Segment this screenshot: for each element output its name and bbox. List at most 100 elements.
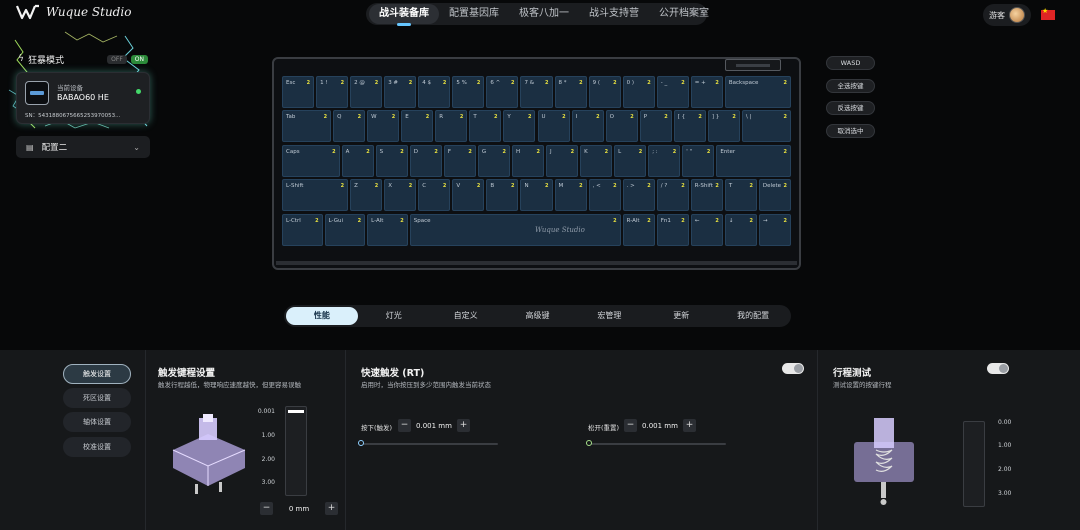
- key[interactable]: T2: [724, 179, 757, 212]
- key[interactable]: - _ 2: [656, 76, 689, 108]
- key[interactable]: V2: [452, 179, 485, 212]
- decrease-button[interactable]: −: [398, 419, 411, 432]
- key[interactable]: Y2: [503, 110, 536, 143]
- key[interactable]: . > 2: [622, 179, 655, 212]
- increase-button[interactable]: +: [457, 419, 470, 432]
- frenzy-mode-on[interactable]: ON: [130, 54, 148, 64]
- config-select[interactable]: ▤ 配置二 ⌄: [16, 136, 150, 158]
- key[interactable]: E2: [401, 110, 434, 143]
- subnav-calibration[interactable]: 校准设置: [63, 437, 131, 457]
- key[interactable]: P2: [639, 110, 672, 143]
- key[interactable]: Z2: [350, 179, 383, 212]
- key[interactable]: 4 $ 2: [418, 76, 451, 108]
- release-slider[interactable]: [588, 443, 726, 445]
- key[interactable]: Enter 2: [716, 144, 791, 177]
- tab-support[interactable]: 战斗支持营: [579, 4, 649, 24]
- key[interactable]: L-Ctrl 2: [282, 213, 323, 246]
- key[interactable]: 5 % 2: [452, 76, 485, 108]
- key[interactable]: B2: [486, 179, 519, 212]
- key[interactable]: 2 @ 2: [350, 76, 383, 108]
- key[interactable]: R2: [435, 110, 468, 143]
- travel-test-toggle[interactable]: [987, 363, 1009, 374]
- key[interactable]: X2: [384, 179, 417, 212]
- release-stepper[interactable]: − 0.001 mm +: [624, 419, 696, 432]
- key[interactable]: R-Alt 2: [622, 213, 655, 246]
- key[interactable]: ↓ 2: [724, 213, 757, 246]
- key[interactable]: T2: [469, 110, 502, 143]
- key[interactable]: ; : 2: [648, 144, 681, 177]
- key[interactable]: \ | 2: [741, 110, 791, 143]
- key[interactable]: N2: [520, 179, 553, 212]
- subnav-trigger[interactable]: 触发设置: [63, 364, 131, 384]
- key[interactable]: Q2: [333, 110, 366, 143]
- key[interactable]: 9 (2: [588, 76, 621, 108]
- avatar[interactable]: [1009, 7, 1025, 23]
- key[interactable]: S2: [375, 144, 408, 177]
- key[interactable]: F2: [443, 144, 476, 177]
- subnav-deadzone[interactable]: 死区设置: [63, 388, 131, 408]
- trigger-stepper[interactable]: − 0 mm +: [260, 502, 338, 515]
- device-card[interactable]: 当前设备 BABAO60 HE SN：543188067566525397005…: [16, 72, 150, 124]
- key[interactable]: M2: [554, 179, 587, 212]
- key[interactable]: Esc 2: [282, 76, 315, 108]
- tab-update[interactable]: 更新: [645, 307, 717, 325]
- clear-selection-button[interactable]: 取消选中: [826, 124, 875, 138]
- key[interactable]: L-Alt 2: [367, 213, 408, 246]
- increase-button[interactable]: +: [325, 502, 338, 515]
- key[interactable]: R-Shift 2: [690, 179, 723, 212]
- key[interactable]: ' " 2: [682, 144, 715, 177]
- key[interactable]: ← 2: [690, 213, 723, 246]
- key[interactable]: G2: [477, 144, 510, 177]
- press-stepper[interactable]: − 0.001 mm +: [398, 419, 470, 432]
- key[interactable]: 1 ! 2: [316, 76, 349, 108]
- key[interactable]: 8 * 2: [554, 76, 587, 108]
- tab-my-config[interactable]: 我的配置: [717, 307, 789, 325]
- tab-geek[interactable]: 极客八加一: [509, 4, 579, 24]
- press-slider[interactable]: [361, 443, 498, 445]
- tab-lighting[interactable]: 灯光: [358, 307, 430, 325]
- tab-archive[interactable]: 公开档案室: [649, 4, 719, 24]
- frenzy-mode-off[interactable]: OFF: [107, 54, 127, 64]
- subnav-switch[interactable]: 轴体设置: [63, 412, 131, 432]
- key[interactable]: 3 # 2: [384, 76, 417, 108]
- key[interactable]: I2: [571, 110, 604, 143]
- release-slider-handle[interactable]: [586, 440, 592, 446]
- press-slider-handle[interactable]: [358, 440, 364, 446]
- key[interactable]: Caps 2: [282, 144, 340, 177]
- key[interactable]: U2: [537, 110, 570, 143]
- key[interactable]: 7 & 2: [520, 76, 553, 108]
- invert-selection-button[interactable]: 反选按键: [826, 101, 875, 115]
- key[interactable]: Fn1 2: [656, 213, 689, 246]
- key[interactable]: L-Gui 2: [324, 213, 366, 246]
- key[interactable]: ] } 2: [707, 110, 740, 143]
- tab-config-library[interactable]: 配置基因库: [439, 4, 509, 24]
- key[interactable]: 0 ) 2: [622, 76, 655, 108]
- tab-performance[interactable]: 性能: [286, 307, 358, 325]
- key[interactable]: O2: [605, 110, 638, 143]
- key[interactable]: 6 ^ 2: [486, 76, 519, 108]
- decrease-button[interactable]: −: [260, 502, 273, 515]
- key[interactable]: = + 2: [690, 76, 723, 108]
- trigger-meter[interactable]: [285, 406, 307, 496]
- rapid-trigger-toggle[interactable]: [782, 363, 804, 374]
- key[interactable]: L-Shift 2: [282, 179, 349, 212]
- key[interactable]: C2: [418, 179, 451, 212]
- select-all-keys-button[interactable]: 全选按键: [826, 79, 875, 93]
- key[interactable]: → 2: [758, 213, 791, 246]
- decrease-button[interactable]: −: [624, 419, 637, 432]
- tab-macros[interactable]: 宏管理: [573, 307, 645, 325]
- key[interactable]: , < 2: [588, 179, 621, 212]
- increase-button[interactable]: +: [683, 419, 696, 432]
- key[interactable]: Tab 2: [282, 110, 332, 143]
- key[interactable]: W2: [367, 110, 400, 143]
- key[interactable]: D2: [409, 144, 442, 177]
- tab-equipment[interactable]: 战斗装备库: [369, 4, 439, 26]
- key[interactable]: Space 2: [409, 213, 621, 246]
- key[interactable]: Delete 2: [758, 179, 791, 212]
- key[interactable]: A2: [341, 144, 374, 177]
- key[interactable]: [ {2: [673, 110, 706, 143]
- key[interactable]: J2: [546, 144, 579, 177]
- wasd-button[interactable]: WASD: [826, 56, 875, 70]
- key[interactable]: K2: [580, 144, 613, 177]
- key[interactable]: H2: [511, 144, 544, 177]
